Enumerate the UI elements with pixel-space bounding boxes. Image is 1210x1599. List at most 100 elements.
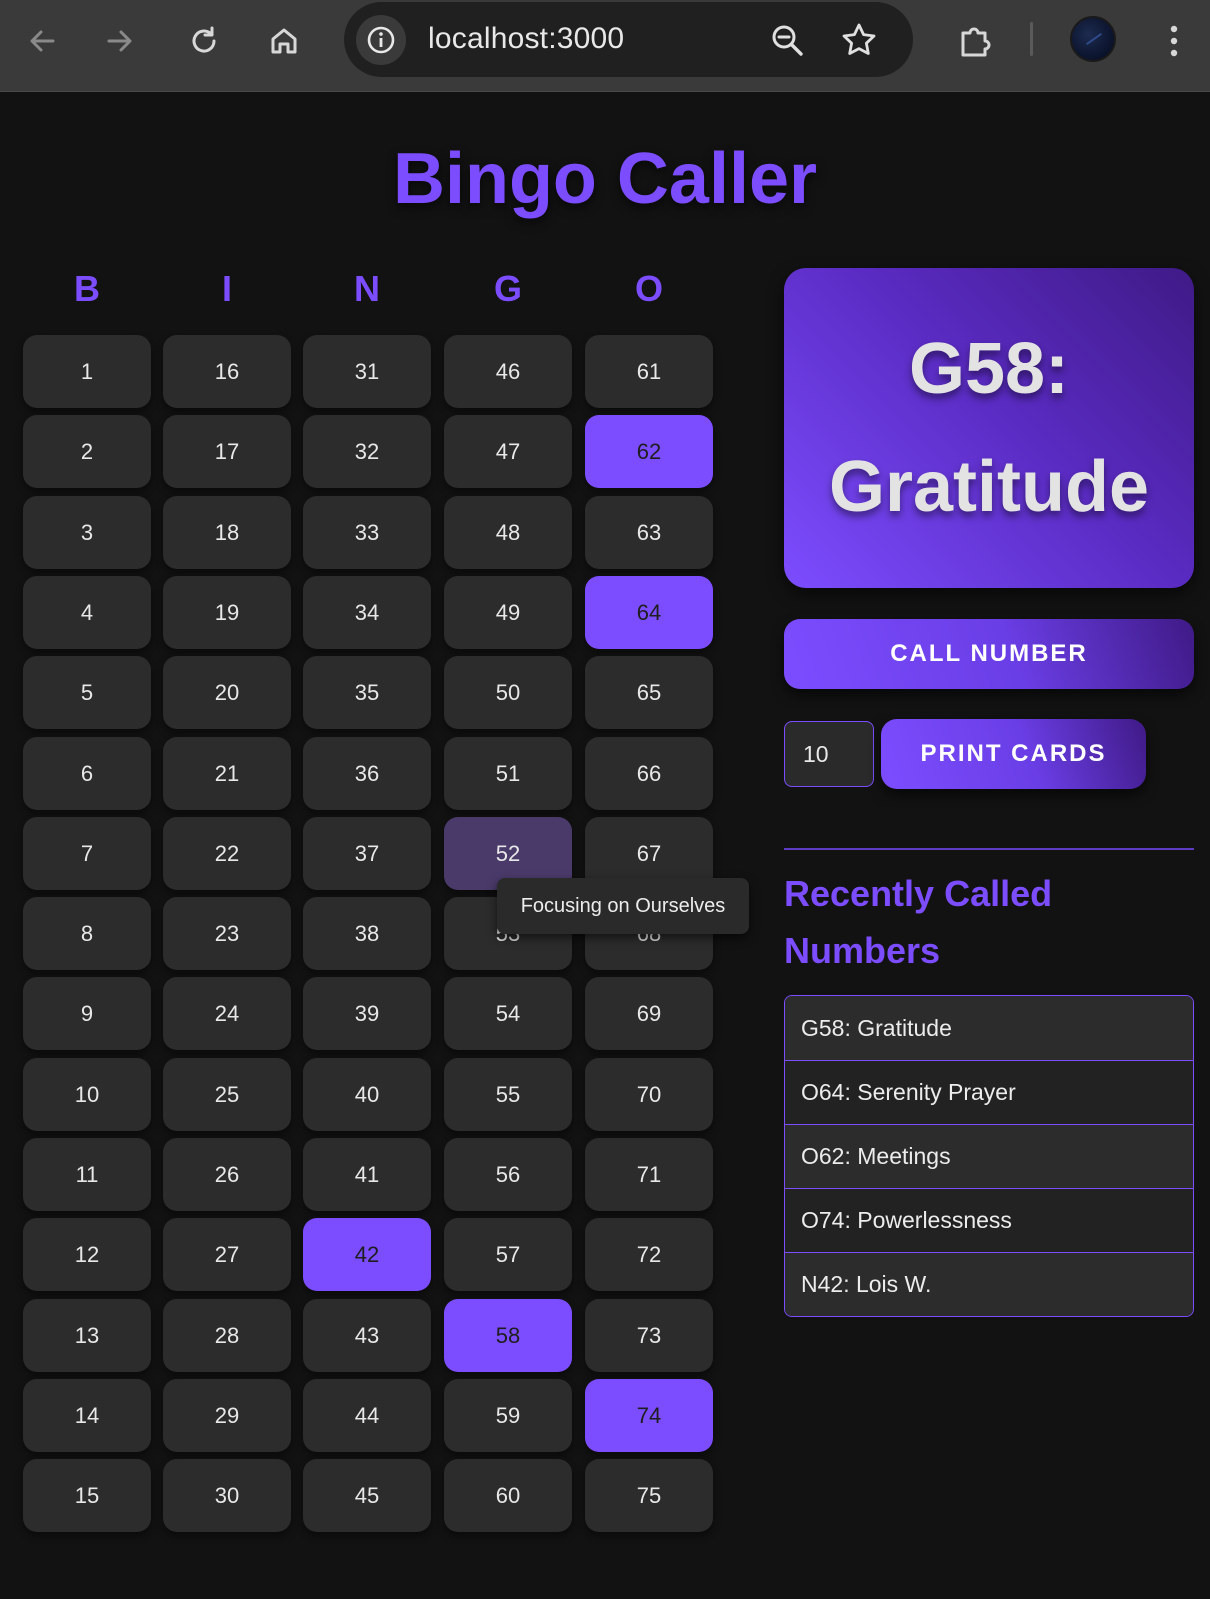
number-cell-13[interactable]: 13 — [23, 1299, 151, 1372]
number-cell-42[interactable]: 42 — [303, 1218, 431, 1291]
number-cell-51[interactable]: 51 — [444, 737, 572, 810]
page-title: Bingo Caller — [392, 139, 818, 219]
number-cell-16[interactable]: 16 — [163, 335, 291, 408]
number-cell-31[interactable]: 31 — [303, 335, 431, 408]
number-cell-61[interactable]: 61 — [585, 335, 713, 408]
number-cell-33[interactable]: 33 — [303, 496, 431, 569]
number-cell-19[interactable]: 19 — [163, 576, 291, 649]
number-cell-48[interactable]: 48 — [444, 496, 572, 569]
number-cell-32[interactable]: 32 — [303, 415, 431, 488]
section-divider — [784, 848, 1194, 850]
number-cell-50[interactable]: 50 — [444, 656, 572, 729]
number-cell-27[interactable]: 27 — [163, 1218, 291, 1291]
number-cell-58[interactable]: 58 — [444, 1299, 572, 1372]
number-cell-45[interactable]: 45 — [303, 1459, 431, 1532]
number-cell-57[interactable]: 57 — [444, 1218, 572, 1291]
kebab-menu-icon[interactable] — [1152, 19, 1196, 63]
number-cell-63[interactable]: 63 — [585, 496, 713, 569]
profile-avatar[interactable] — [1070, 16, 1116, 62]
column-header-n: N — [354, 268, 380, 309]
number-cell-14[interactable]: 14 — [23, 1379, 151, 1452]
number-cell-15[interactable]: 15 — [23, 1459, 151, 1532]
number-cell-26[interactable]: 26 — [163, 1138, 291, 1211]
back-arrow-icon[interactable] — [20, 19, 64, 63]
number-cell-44[interactable]: 44 — [303, 1379, 431, 1452]
number-cell-72[interactable]: 72 — [585, 1218, 713, 1291]
number-cell-4[interactable]: 4 — [23, 576, 151, 649]
call-number-button[interactable]: CALL NUMBER — [784, 619, 1194, 689]
address-bar[interactable]: localhost:3000 — [344, 2, 913, 77]
number-cell-69[interactable]: 69 — [585, 977, 713, 1050]
number-cell-71[interactable]: 71 — [585, 1138, 713, 1211]
number-cell-7[interactable]: 7 — [23, 817, 151, 890]
recent-called-item: N42: Lois W. — [785, 1252, 1193, 1316]
column-header-b: B — [74, 268, 100, 309]
number-cell-54[interactable]: 54 — [444, 977, 572, 1050]
number-cell-23[interactable]: 23 — [163, 897, 291, 970]
zoom-icon[interactable] — [766, 19, 808, 61]
number-cell-6[interactable]: 6 — [23, 737, 151, 810]
number-cell-47[interactable]: 47 — [444, 415, 572, 488]
number-cell-56[interactable]: 56 — [444, 1138, 572, 1211]
number-cell-73[interactable]: 73 — [585, 1299, 713, 1372]
number-cell-38[interactable]: 38 — [303, 897, 431, 970]
number-cell-20[interactable]: 20 — [163, 656, 291, 729]
home-icon[interactable] — [262, 19, 306, 63]
recent-called-list: G58: Gratitude O64: Serenity Prayer O62: M… — [784, 995, 1194, 1317]
number-cell-75[interactable]: 75 — [585, 1459, 713, 1532]
number-cell-59[interactable]: 59 — [444, 1379, 572, 1452]
number-cell-35[interactable]: 35 — [303, 656, 431, 729]
number-cell-8[interactable]: 8 — [23, 897, 151, 970]
number-cell-36[interactable]: 36 — [303, 737, 431, 810]
number-cell-29[interactable]: 29 — [163, 1379, 291, 1452]
number-cell-34[interactable]: 34 — [303, 576, 431, 649]
number-cell-64[interactable]: 64 — [585, 576, 713, 649]
number-cell-9[interactable]: 9 — [23, 977, 151, 1050]
number-cell-74[interactable]: 74 — [585, 1379, 713, 1452]
number-cell-49[interactable]: 49 — [444, 576, 572, 649]
current-call-code: G58: — [908, 329, 1070, 409]
number-cell-22[interactable]: 22 — [163, 817, 291, 890]
card-count-input[interactable] — [784, 721, 874, 787]
bookmark-star-icon[interactable] — [838, 19, 880, 61]
number-cell-25[interactable]: 25 — [163, 1058, 291, 1131]
number-cell-17[interactable]: 17 — [163, 415, 291, 488]
number-cell-41[interactable]: 41 — [303, 1138, 431, 1211]
number-cell-10[interactable]: 10 — [23, 1058, 151, 1131]
url-text[interactable]: localhost:3000 — [428, 22, 624, 56]
column-header-o: O — [634, 268, 663, 309]
recent-called-item: G58: Gratitude — [785, 996, 1193, 1060]
number-cell-43[interactable]: 43 — [303, 1299, 431, 1372]
current-call-text: G58: Gratitude — [829, 310, 1149, 546]
number-cell-46[interactable]: 46 — [444, 335, 572, 408]
number-cell-70[interactable]: 70 — [585, 1058, 713, 1131]
number-cell-60[interactable]: 60 — [444, 1459, 572, 1532]
number-cell-21[interactable]: 21 — [163, 737, 291, 810]
extensions-icon[interactable] — [953, 19, 997, 63]
toolbar-separator — [1030, 22, 1033, 56]
recent-called-item: O62: Meetings — [785, 1124, 1193, 1188]
number-cell-5[interactable]: 5 — [23, 656, 151, 729]
number-cell-62[interactable]: 62 — [585, 415, 713, 488]
number-cell-18[interactable]: 18 — [163, 496, 291, 569]
site-info-icon[interactable] — [356, 15, 406, 65]
number-cell-39[interactable]: 39 — [303, 977, 431, 1050]
number-cell-24[interactable]: 24 — [163, 977, 291, 1050]
number-cell-3[interactable]: 3 — [23, 496, 151, 569]
number-cell-37[interactable]: 37 — [303, 817, 431, 890]
number-cell-65[interactable]: 65 — [585, 656, 713, 729]
reload-icon[interactable] — [182, 19, 226, 63]
current-call-phrase: Gratitude — [828, 447, 1150, 527]
number-cell-66[interactable]: 66 — [585, 737, 713, 810]
number-cell-1[interactable]: 1 — [23, 335, 151, 408]
number-cell-40[interactable]: 40 — [303, 1058, 431, 1131]
number-cell-55[interactable]: 55 — [444, 1058, 572, 1131]
number-cell-12[interactable]: 12 — [23, 1218, 151, 1291]
number-cell-11[interactable]: 11 — [23, 1138, 151, 1211]
number-cell-28[interactable]: 28 — [163, 1299, 291, 1372]
number-cell-2[interactable]: 2 — [23, 415, 151, 488]
print-cards-button[interactable]: PRINT CARDS — [881, 719, 1146, 789]
recent-called-item: O64: Serenity Prayer — [785, 1060, 1193, 1124]
forward-arrow-icon[interactable] — [98, 19, 142, 63]
number-cell-30[interactable]: 30 — [163, 1459, 291, 1532]
